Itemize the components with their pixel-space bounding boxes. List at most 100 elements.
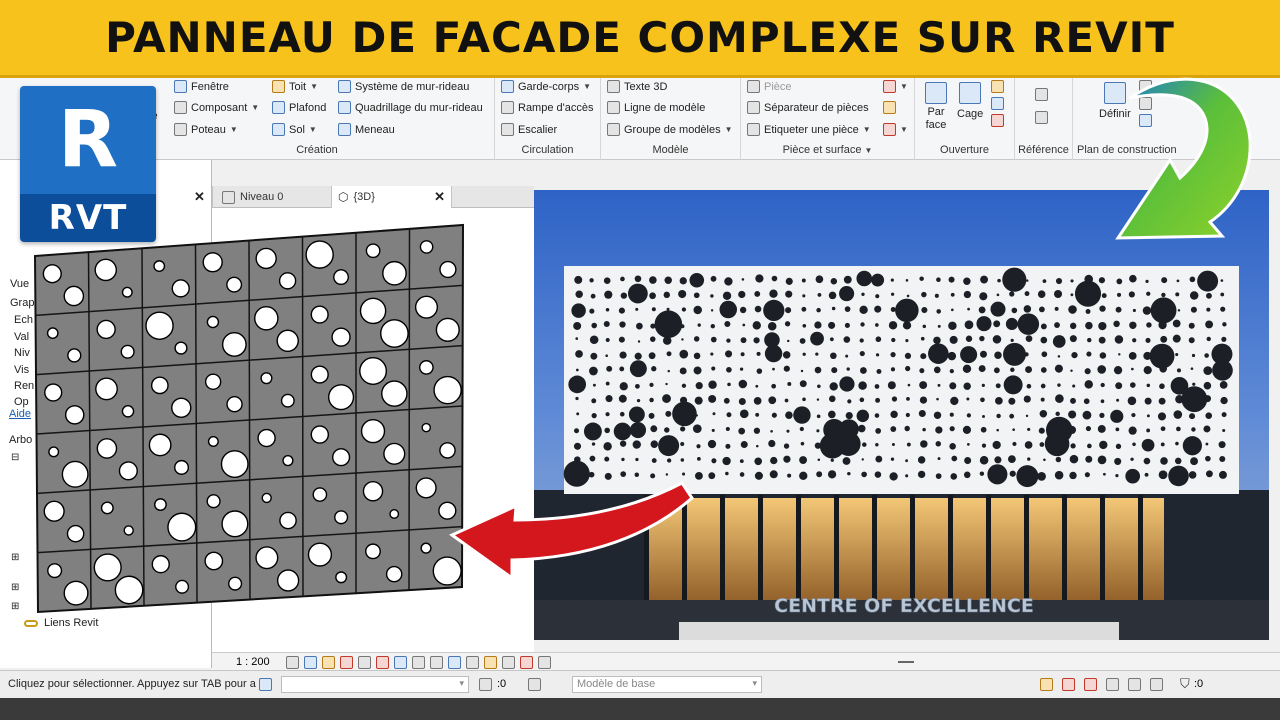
chevron-down-icon[interactable]: ▼: [865, 146, 873, 155]
prop-row-options[interactable]: Op: [14, 396, 29, 408]
facade-hole: [830, 278, 838, 285]
facade-hole: [619, 321, 626, 328]
area-icon-1[interactable]: ▼: [883, 80, 908, 93]
facade-hole: [613, 422, 632, 441]
prop-row-visibility[interactable]: Vis: [14, 364, 29, 376]
facade-hole: [707, 439, 717, 449]
facade-hole: [635, 457, 639, 462]
tree-item-revit-links[interactable]: Liens Revit: [24, 617, 98, 629]
facade-hole: [1197, 270, 1219, 292]
help-link[interactable]: Aide: [9, 408, 31, 420]
design-options-icon[interactable]: [528, 678, 541, 691]
roof-button[interactable]: Toit ▼: [272, 80, 318, 93]
component-button[interactable]: Composant ▼: [174, 101, 259, 114]
tree-expand-toggle[interactable]: ⊞: [11, 552, 19, 563]
facade-hole: [1099, 352, 1107, 359]
floor-button[interactable]: Sol ▼: [272, 123, 317, 136]
facade-hole: [681, 338, 684, 341]
glass-mullion: [1062, 495, 1067, 605]
curtain-grid-button[interactable]: Quadrillage du mur-rideau: [338, 101, 483, 114]
model-line-button[interactable]: Ligne de modèle: [607, 101, 705, 114]
facade-hole: [847, 399, 852, 404]
facade-hole: [936, 277, 941, 282]
splitter-handle[interactable]: [898, 661, 914, 663]
tab-niveau-0[interactable]: Niveau 0: [216, 186, 332, 208]
facade-hole: [966, 397, 970, 401]
railing-button[interactable]: Garde-corps ▼: [501, 80, 591, 93]
facade-hole: [754, 291, 761, 297]
facade-hole: [802, 323, 807, 328]
glass-mullion: [1138, 495, 1143, 605]
room-separator-button[interactable]: Séparateur de pièces: [747, 101, 869, 114]
facade-hole: [787, 473, 792, 478]
facade-hole: [831, 367, 838, 374]
facade-hole: [891, 443, 895, 447]
tree-expand-toggle[interactable]: ⊞: [11, 582, 19, 593]
facade-hole: [949, 426, 955, 432]
prop-row-graphics[interactable]: Grap: [10, 297, 34, 309]
opening-small-icons[interactable]: [991, 80, 1004, 127]
facade-hole: [890, 352, 896, 358]
ramp-button[interactable]: Rampe d'accès: [501, 101, 593, 114]
facade-hole: [1040, 336, 1048, 344]
prop-row-view[interactable]: Vue: [10, 278, 29, 290]
view-control-icons[interactable]: [286, 656, 551, 669]
tree-expand-toggle[interactable]: ⊞: [11, 601, 19, 612]
facade-hole: [1055, 394, 1064, 403]
set-work-plane-button[interactable]: Définir: [1099, 82, 1131, 120]
facade-hole: [1189, 413, 1196, 420]
close-icon[interactable]: ✕: [194, 189, 205, 205]
facade-hole: [693, 292, 700, 299]
by-face-button[interactable]: Par face: [923, 82, 949, 132]
window-button[interactable]: Fenêtre: [174, 80, 229, 93]
reference-icons[interactable]: [1035, 88, 1048, 124]
network-icon[interactable]: [259, 678, 272, 691]
text-3d-button[interactable]: Texte 3D: [607, 80, 667, 93]
facade-photo-art: CENTRE OF EXCELLENCE: [534, 190, 1269, 640]
work-plane-small-icons[interactable]: [1139, 80, 1152, 127]
prop-row-scale[interactable]: Ech: [14, 314, 33, 326]
facade-hole: [951, 308, 954, 312]
ceiling-button[interactable]: Plafond: [272, 101, 326, 114]
tab-empty-close[interactable]: [212, 186, 213, 208]
design-option-select[interactable]: Modèle de base ▾: [572, 676, 762, 693]
facade-hole: [649, 276, 657, 284]
facade-hole: [697, 323, 701, 327]
curtain-system-button[interactable]: Système de mur-rideau: [338, 80, 469, 93]
mullion-button[interactable]: Meneau: [338, 123, 395, 136]
ceiling-icon: [272, 101, 285, 114]
tree-expand-toggle[interactable]: ⊟: [11, 452, 19, 463]
shaft-button[interactable]: Cage: [957, 82, 983, 120]
tag-room-button[interactable]: Etiqueter une pièce ▼: [747, 123, 871, 136]
facade-hole: [1128, 291, 1135, 298]
filter-icon[interactable]: ⛉: [1180, 676, 1190, 692]
facade-hole: [1037, 472, 1046, 481]
area-icon-2[interactable]: [883, 101, 896, 114]
close-icon[interactable]: ✕: [434, 189, 445, 205]
editable-icon[interactable]: [479, 678, 492, 691]
room-button[interactable]: Pièce: [747, 80, 792, 93]
facade-hole: [591, 442, 596, 446]
workset-select[interactable]: ▾: [281, 676, 469, 693]
drawing-canvas[interactable]: [212, 208, 534, 652]
facade-hole: [1128, 351, 1137, 360]
facade-hole: [636, 322, 643, 330]
view-scale[interactable]: 1 : 200: [236, 656, 270, 668]
stair-button[interactable]: Escalier: [501, 123, 557, 136]
facade-hole: [1024, 441, 1033, 449]
logo-label: RVT: [20, 194, 156, 242]
glass-mullion: [682, 495, 687, 605]
prop-row-render[interactable]: Ren: [14, 380, 34, 392]
area-icon-3[interactable]: ▼: [883, 123, 908, 136]
facade-hole: [667, 369, 670, 373]
column-button[interactable]: Poteau ▼: [174, 123, 238, 136]
prop-row-level[interactable]: Niv: [14, 347, 30, 359]
model-group-button[interactable]: Groupe de modèles ▼: [607, 123, 733, 136]
facade-hole: [816, 414, 821, 419]
glass-mullion: [986, 495, 991, 605]
tab-3d[interactable]: ⬡ {3D} ✕: [332, 186, 452, 208]
facade-hole: [891, 337, 896, 343]
selection-toggle-icons[interactable]: [1040, 678, 1163, 691]
facade-hole: [1158, 320, 1167, 330]
prop-row-value[interactable]: Val: [14, 331, 29, 343]
